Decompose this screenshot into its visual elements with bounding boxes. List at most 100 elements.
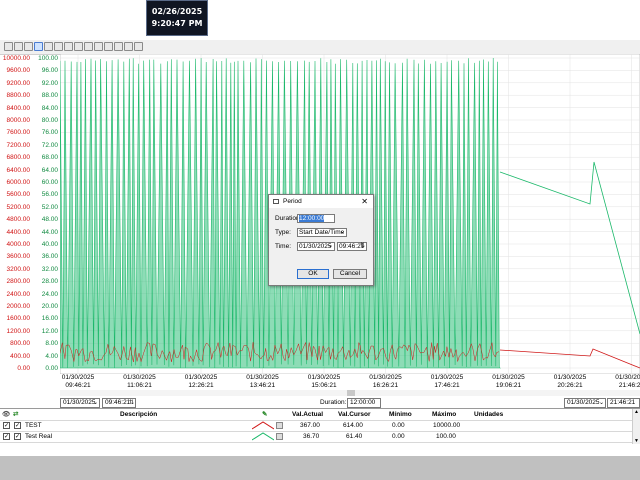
y-tick-label: 9600.00 [6,67,31,75]
y-tick-label: 92.00 [41,79,58,87]
header-min: Mínimo [389,411,412,418]
y-tick-label: 48.00 [41,216,58,224]
x-tick-time: 11:06:21 [127,382,152,389]
dialog-titlebar: Period ✕ [269,195,373,208]
y-tick-label: 1200.00 [6,327,31,335]
zoom-in-icon[interactable] [64,42,73,51]
table-row[interactable]: ✓ ✓ Test Real 36.70 61.40 0.00 100.00 [0,431,640,443]
clock-time: 9:20:47 PM [151,19,203,28]
y-tick-label: 76.00 [41,129,58,137]
y-tick-label: 7600.00 [6,129,31,137]
print-icon[interactable] [24,42,33,51]
horizontal-scrollbar[interactable] [60,390,640,396]
row-cursor: 61.40 [346,433,363,440]
y-tick-label: 56.00 [41,191,58,199]
select-checkbox[interactable]: ✓ [14,422,21,429]
x-tick-label: 01/30/2025 16:26:21 [361,374,411,390]
table-icon[interactable] [104,42,113,51]
chevron-down-icon: ⌄ [339,229,345,235]
y-tick-label: 36.00 [41,253,58,261]
row-description: TEST [25,422,42,429]
scroll-thumb[interactable] [347,390,355,396]
stop-icon[interactable] [14,42,23,51]
x-tick-date: 01/30/2025 [246,374,279,381]
y-tick-label: 4000.00 [6,241,31,248]
ok-button[interactable]: OK [297,269,329,279]
y-tick-label: 6000.00 [6,179,31,186]
start-date-picker[interactable]: 01/30/2025 ⌄ [60,398,100,408]
x-tick-label: 01/30/2025 20:26:21 [545,374,595,390]
play-icon[interactable] [4,42,13,51]
x-tick-time: 13:46:21 [249,382,276,389]
zoom-out-icon[interactable] [74,42,83,51]
table-vertical-scrollbar[interactable]: ▲ ▼ [632,409,640,444]
y-tick-label: 3200.00 [6,265,31,273]
end-date-picker[interactable]: 01/30/2025 ⌄ [564,398,606,408]
header-units: Unidades [474,411,504,418]
color-button[interactable] [276,422,283,429]
y-tick-label: 6400.00 [6,166,31,174]
row-actual: 36.70 [303,433,320,440]
x-tick-date: 01/30/2025 [184,374,218,381]
y-tick-label: 10000.00 [2,55,30,62]
zoom-box-icon[interactable] [34,42,43,51]
x-tick-time: 19:06:21 [495,382,522,389]
select-checkbox[interactable]: ✓ [14,433,21,440]
visible-checkbox[interactable]: ✓ [3,422,10,429]
pen-icon[interactable] [94,42,103,51]
x-tick-time: 16:26:21 [372,382,399,389]
x-tick-time: 20:26:21 [557,382,583,389]
y-tick-label: 20.00 [41,303,58,310]
duration-field[interactable]: 12:00:00 [347,398,381,408]
scroll-up-icon[interactable]: ▲ [634,409,639,415]
type-select[interactable]: Start Date/Time ⌄ [297,228,347,237]
time-time-field[interactable]: 09:46:21 ⇅ [337,242,367,251]
tools-icon[interactable] [84,42,93,51]
zoom-extents-icon[interactable] [44,42,53,51]
y-tick-label: 64.00 [41,166,58,174]
close-icon[interactable]: ✕ [361,195,368,208]
end-date-value: 01/30/2025 [567,399,600,406]
dialog-title: Period [283,198,302,205]
end-time-field[interactable]: 21:46:21 [607,398,640,408]
cursor-icon[interactable] [134,42,143,51]
layout-icon[interactable] [114,42,123,51]
start-time-value: 09:46:21 [105,399,131,406]
toolbar [0,40,640,55]
clock-display: 02/26/2025 9:20:47 PM [146,0,208,36]
save-icon[interactable] [124,42,133,51]
window-icon [273,199,279,204]
x-tick-date: 01/30/2025 [61,374,95,381]
y-tick-label: 68.00 [41,154,58,162]
x-tick-label: 01/30/2025 19:06:21 [484,374,534,390]
time-label: Time: [275,243,292,250]
y-tick-label: 2800.00 [6,278,31,286]
chevron-down-icon: ⌄ [327,243,333,249]
y-tick-label: 8800.00 [6,92,31,100]
y-tick-label: 16.00 [41,315,58,323]
zoom-y-icon[interactable] [54,42,63,51]
time-date-picker[interactable]: 01/30/2025 ⌄ [297,242,335,251]
duration-input[interactable]: 12:00:00 [297,214,335,223]
start-time-field[interactable]: 09:46:21 ⇅ [102,398,136,408]
color-button[interactable] [276,433,283,440]
trend-color-swatch[interactable] [252,432,274,443]
start-date-value: 01/30/2025 [63,399,96,406]
y-tick-label: 80.00 [41,117,58,124]
x-tick-label: 01/30/202521:46:21 [607,374,640,390]
row-min: 0.00 [392,422,405,429]
cancel-button[interactable]: Cancel [333,269,367,279]
y-tick-label: 44.00 [41,228,58,236]
x-tick-date: 01/30/2025 [492,374,525,381]
visible-checkbox[interactable]: ✓ [3,433,10,440]
header-max: Máximo [432,411,457,418]
add-tag-icon[interactable]: ⇄ [13,409,18,420]
y-tick-label: 9200.00 [6,79,31,87]
y-tick-label: 8000.00 [6,117,31,124]
y-tick-label: 100.00 [38,55,58,62]
x-tick-time: 12:26:21 [188,382,214,389]
scroll-down-icon[interactable]: ▼ [634,438,639,444]
x-tick-label: 01/30/2025 11:06:21 [115,374,165,390]
y-tick-label: 4.00 [45,352,58,360]
y-tick-label: 800.00 [10,340,30,348]
